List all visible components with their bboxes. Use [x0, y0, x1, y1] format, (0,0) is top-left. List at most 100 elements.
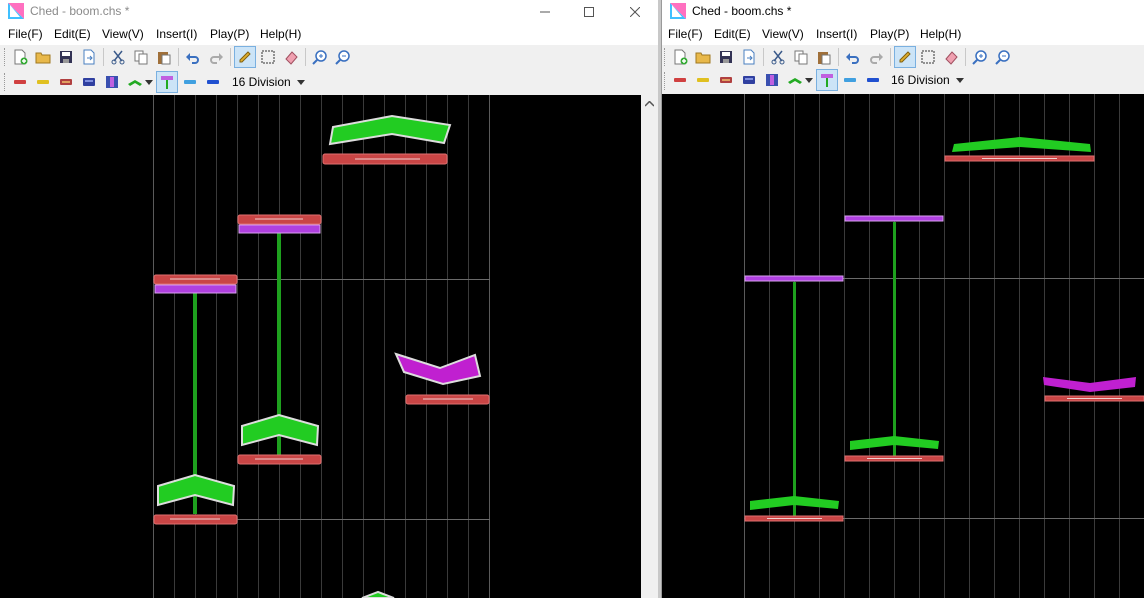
- airaction-note[interactable]: [238, 224, 321, 234]
- copy-button[interactable]: [791, 47, 811, 67]
- air-note-button[interactable]: [785, 70, 805, 90]
- select-tool-button[interactable]: [918, 47, 938, 67]
- redo-button[interactable]: [866, 47, 886, 67]
- vertical-scrollbar[interactable]: [641, 95, 658, 598]
- eraser-tool-button[interactable]: [941, 47, 961, 67]
- cut-button[interactable]: [768, 47, 788, 67]
- export-icon: [743, 49, 755, 65]
- paste-button[interactable]: [154, 47, 174, 67]
- toolbar-separator: [965, 48, 966, 66]
- menu-help[interactable]: Help(H): [260, 27, 301, 41]
- new-file-button[interactable]: [670, 47, 690, 67]
- zoom-in-button[interactable]: [970, 47, 990, 67]
- air-up-note[interactable]: [361, 590, 395, 598]
- menu-file[interactable]: File(F): [668, 27, 703, 41]
- score-view[interactable]: [0, 95, 641, 598]
- menu-view[interactable]: View(V): [102, 27, 144, 41]
- zoom-out-button[interactable]: [333, 47, 353, 67]
- division-select[interactable]: 16 Division: [228, 73, 308, 91]
- minimize-button[interactable]: [522, 0, 568, 24]
- toolbar-grip[interactable]: [664, 48, 668, 66]
- air-note-button[interactable]: [125, 72, 145, 92]
- air-down-button[interactable]: [203, 72, 223, 92]
- chevron-down-icon: [805, 78, 813, 83]
- pencil-tool-button[interactable]: [234, 46, 256, 68]
- menu-help[interactable]: Help(H): [920, 27, 961, 41]
- menu-play[interactable]: Play(P): [870, 27, 909, 41]
- eraser-icon: [285, 51, 298, 65]
- export-button[interactable]: [739, 47, 759, 67]
- open-file-button[interactable]: [693, 47, 713, 67]
- toolbar-grip[interactable]: [664, 72, 668, 90]
- menu-insert[interactable]: Insert(I): [816, 27, 857, 41]
- tap-note-button[interactable]: [10, 72, 30, 92]
- flick-note-icon: [60, 79, 72, 85]
- extap-note-button[interactable]: [33, 72, 53, 92]
- window-title: Ched - boom.chs *: [30, 4, 130, 18]
- undo-button[interactable]: [843, 47, 863, 67]
- save-button[interactable]: [56, 47, 76, 67]
- hold-note-button[interactable]: [762, 70, 782, 90]
- export-icon: [83, 49, 95, 65]
- damage-note-button[interactable]: [79, 72, 99, 92]
- chevron-up-icon: [645, 100, 654, 107]
- air-down-button[interactable]: [863, 70, 883, 90]
- zoom-out-button[interactable]: [993, 47, 1013, 67]
- toolbar-separator: [178, 48, 179, 66]
- airaction-note[interactable]: [844, 215, 944, 222]
- air-dropdown-button[interactable]: [803, 70, 815, 90]
- air-dropdown-button[interactable]: [143, 72, 155, 92]
- pencil-tool-button[interactable]: [894, 46, 916, 68]
- score-canvas[interactable]: [662, 94, 1144, 598]
- air-up-button[interactable]: [840, 70, 860, 90]
- air-down-note[interactable]: [1043, 377, 1136, 392]
- score-view[interactable]: [662, 94, 1144, 598]
- airaction-note-button[interactable]: [816, 69, 838, 91]
- menu-file[interactable]: File(F): [8, 27, 43, 41]
- airaction-note-button[interactable]: [156, 71, 178, 93]
- close-button[interactable]: [612, 0, 658, 24]
- zoom-in-button[interactable]: [310, 47, 330, 67]
- menu-view[interactable]: View(V): [762, 27, 804, 41]
- air-down-note[interactable]: [394, 352, 482, 386]
- menu-edit[interactable]: Edit(E): [54, 27, 91, 41]
- maximize-button[interactable]: [566, 0, 612, 24]
- flick-note-button[interactable]: [56, 72, 76, 92]
- menu-insert[interactable]: Insert(I): [156, 27, 197, 41]
- division-select[interactable]: 16 Division: [887, 71, 967, 89]
- air-up-note[interactable]: [328, 114, 452, 146]
- score-canvas[interactable]: [0, 95, 641, 598]
- tap-note-button[interactable]: [670, 70, 690, 90]
- zoom-out-icon: [995, 50, 1010, 65]
- extap-note-button[interactable]: [693, 70, 713, 90]
- airaction-line[interactable]: [893, 222, 896, 456]
- ched-logo-icon: [8, 3, 24, 19]
- airaction-note[interactable]: [744, 275, 844, 282]
- export-button[interactable]: [79, 47, 99, 67]
- scroll-up-button[interactable]: [641, 95, 658, 112]
- hold-note-button[interactable]: [102, 72, 122, 92]
- air-up-note[interactable]: [952, 137, 1091, 152]
- toolbar-grip[interactable]: [4, 48, 8, 66]
- damage-note-button[interactable]: [739, 70, 759, 90]
- toolbar-grip[interactable]: [4, 73, 8, 91]
- air-up-button[interactable]: [180, 72, 200, 92]
- save-button[interactable]: [716, 47, 736, 67]
- paste-button[interactable]: [814, 47, 834, 67]
- new-file-button[interactable]: [10, 47, 30, 67]
- select-tool-button[interactable]: [258, 47, 278, 67]
- open-file-button[interactable]: [33, 47, 53, 67]
- menu-edit[interactable]: Edit(E): [714, 27, 751, 41]
- eraser-tool-button[interactable]: [281, 47, 301, 67]
- copy-button[interactable]: [131, 47, 151, 67]
- airaction-line[interactable]: [793, 282, 796, 516]
- menu-bar: File(F) Edit(E) View(V) Insert(I) Play(P…: [662, 24, 1144, 45]
- flick-note-button[interactable]: [716, 70, 736, 90]
- cut-button[interactable]: [108, 47, 128, 67]
- menu-bar: File(F) Edit(E) View(V) Insert(I) Play(P…: [0, 24, 658, 45]
- airaction-note[interactable]: [154, 284, 237, 294]
- menu-play[interactable]: Play(P): [210, 27, 249, 41]
- redo-button[interactable]: [206, 47, 226, 67]
- undo-button[interactable]: [183, 47, 203, 67]
- pencil-icon: [899, 51, 911, 63]
